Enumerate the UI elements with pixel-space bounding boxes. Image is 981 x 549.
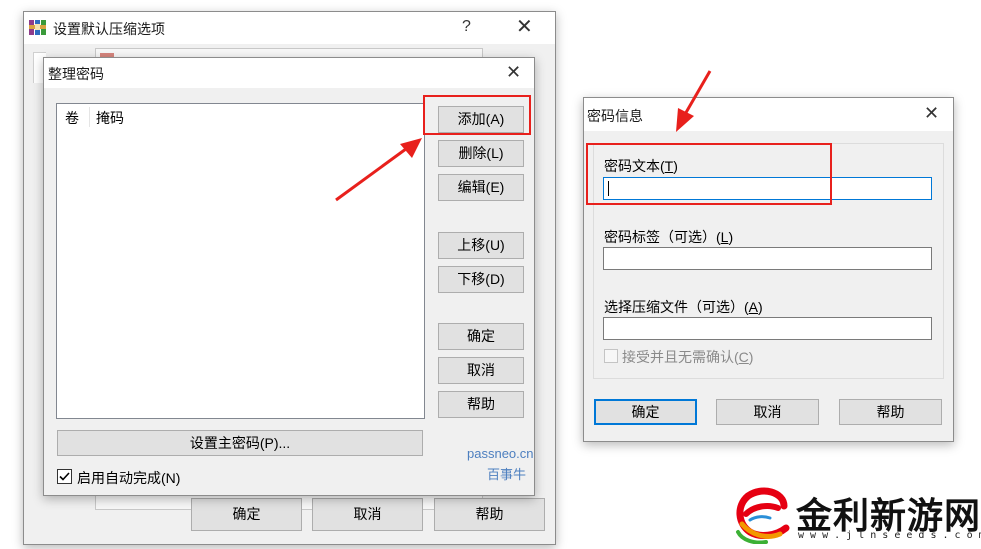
close-icon[interactable]: ✕ — [506, 63, 521, 81]
organize-dialog-title: 整理密码 — [48, 66, 104, 82]
password-info-title: 密码信息 — [587, 108, 643, 124]
main-cancel-button[interactable]: 取消 — [312, 498, 423, 531]
brand-logo-icon — [736, 487, 790, 545]
main-help-button[interactable]: 帮助 — [434, 498, 545, 531]
move-up-button[interactable]: 上移(U) — [438, 232, 524, 259]
select-archive-input[interactable] — [603, 317, 932, 340]
edit-button[interactable]: 编辑(E) — [438, 174, 524, 201]
ok-button[interactable]: 确定 — [594, 399, 697, 425]
autocomplete-checkbox[interactable] — [57, 469, 72, 484]
main-titlebar: 设置默认压缩选项 ? ✕ — [24, 12, 555, 44]
arrow-to-password-text-icon — [676, 70, 712, 132]
autocomplete-label[interactable]: 启用自动完成(N) — [77, 468, 180, 488]
password-info-titlebar: 密码信息 ✕ — [584, 98, 953, 131]
help-button[interactable]: 帮助 — [839, 399, 942, 425]
column-divider — [89, 107, 90, 127]
arrow-to-add-icon — [335, 138, 422, 202]
set-master-password-button[interactable]: 设置主密码(P)... — [57, 430, 423, 456]
close-icon[interactable]: ✕ — [924, 104, 939, 122]
add-button-highlight — [423, 95, 531, 135]
close-icon[interactable]: ✕ — [516, 17, 533, 37]
help-button[interactable]: 帮助 — [438, 391, 524, 418]
main-ok-button[interactable]: 确定 — [191, 498, 302, 531]
winrar-app-icon — [29, 19, 46, 36]
select-archive-label: 选择压缩文件（可选）(A) — [604, 299, 763, 315]
move-down-button[interactable]: 下移(D) — [438, 266, 524, 293]
organize-titlebar: 整理密码 ✕ — [44, 58, 534, 88]
password-tag-input[interactable] — [603, 247, 932, 270]
password-tag-label: 密码标签（可选）(L) — [604, 229, 734, 245]
watermark-brand: 百事牛 — [487, 467, 527, 482]
column-header-volume[interactable]: 卷 — [65, 108, 79, 128]
brand-url: w w w . j l n s e e d s . c o m — [798, 530, 981, 541]
main-window-title: 设置默认压缩选项 — [53, 21, 165, 37]
cancel-button[interactable]: 取消 — [716, 399, 819, 425]
help-icon[interactable]: ? — [462, 18, 471, 36]
cancel-button[interactable]: 取消 — [438, 357, 524, 384]
accept-without-confirm-checkbox[interactable] — [604, 349, 618, 363]
column-header-mask[interactable]: 掩码 — [96, 108, 124, 128]
password-text-highlight — [586, 143, 832, 205]
checkmark-icon — [59, 472, 70, 481]
watermark-domain: passneo.cn — [467, 446, 534, 461]
brand-logo — [732, 484, 792, 545]
delete-button[interactable]: 删除(L) — [438, 140, 524, 167]
ok-button[interactable]: 确定 — [438, 323, 524, 350]
accept-without-confirm-label[interactable]: 接受并且无需确认(C) — [622, 347, 753, 367]
